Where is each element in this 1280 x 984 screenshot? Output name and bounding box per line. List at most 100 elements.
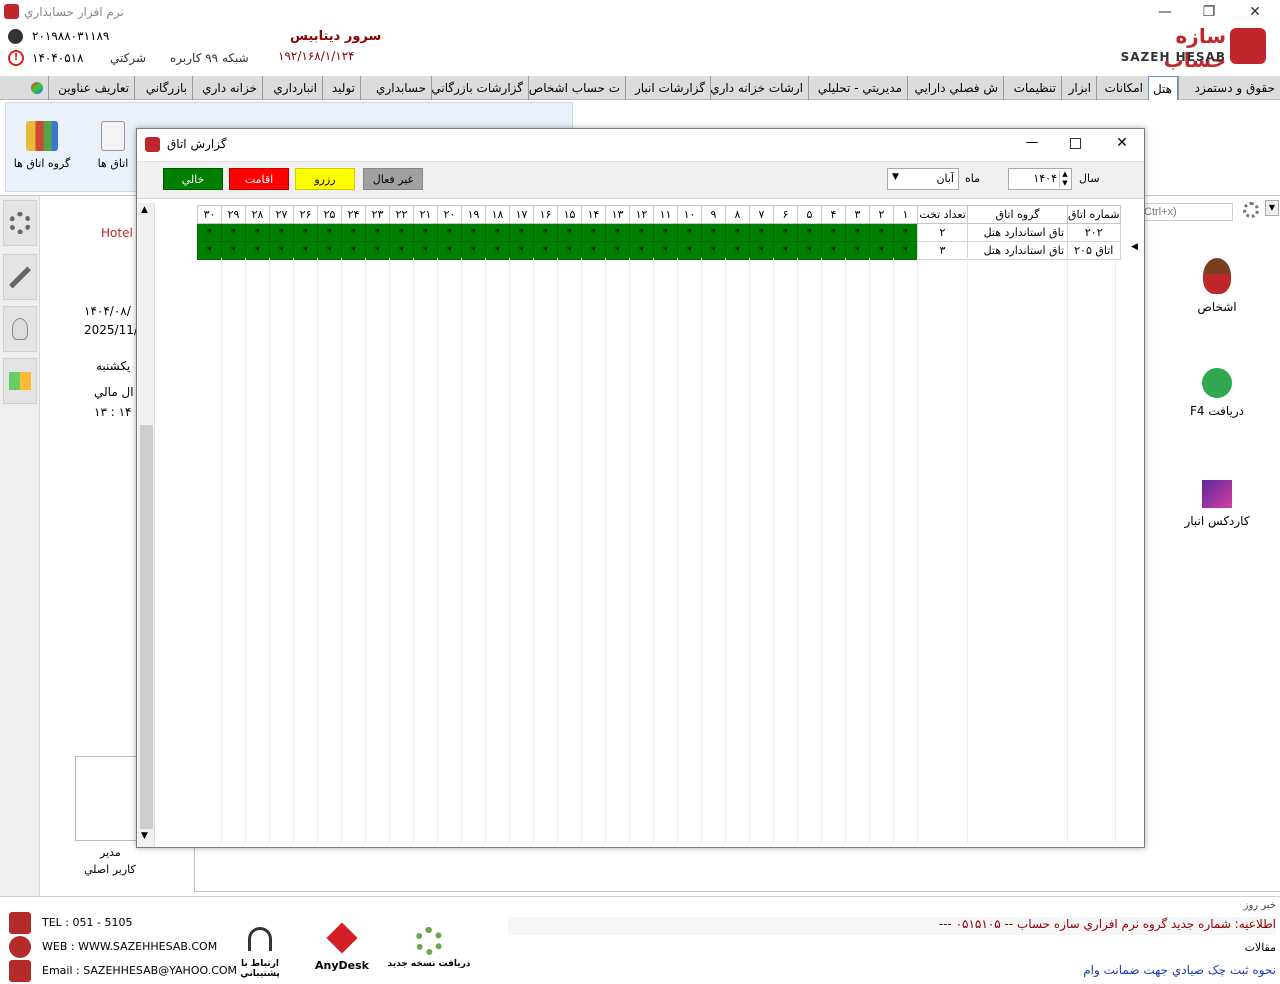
tab-definitions[interactable]: تعاريف عناوين <box>48 76 134 100</box>
minimize-button[interactable]: — <box>1150 2 1180 22</box>
day-status-cell[interactable]: * <box>701 241 726 260</box>
dropdown-arrow-icon[interactable]: ▼ <box>1265 200 1279 216</box>
day-status-cell[interactable]: * <box>317 241 342 260</box>
day-status-cell[interactable]: * <box>317 223 342 242</box>
day-status-cell[interactable]: * <box>437 241 462 260</box>
day-status-cell[interactable]: * <box>341 223 366 242</box>
day-status-cell[interactable]: * <box>461 241 486 260</box>
day-status-cell[interactable]: * <box>629 241 654 260</box>
day-status-cell[interactable]: * <box>245 223 270 242</box>
day-status-cell[interactable]: * <box>821 241 846 260</box>
tab-inventory-reports[interactable]: گزارشات انبار <box>625 76 710 100</box>
day-status-cell[interactable]: * <box>461 223 486 242</box>
gear-icon[interactable] <box>3 200 37 246</box>
scroll-up-icon[interactable]: ▲ <box>141 205 148 215</box>
day-status-cell[interactable]: * <box>269 223 294 242</box>
year-stepper[interactable]: ۱۴۰۴ ▲ ▼ <box>1008 168 1072 190</box>
room-group-cell[interactable]: تاق استاندارد هتل <box>967 241 1068 260</box>
tab-hotel[interactable]: هتل <box>1148 76 1178 100</box>
day-status-cell[interactable]: * <box>533 223 558 242</box>
day-status-cell[interactable]: * <box>749 223 774 242</box>
day-status-cell[interactable]: * <box>341 241 366 260</box>
footer-web[interactable]: WEB : WWW.SAZEHHESAB.COM <box>42 940 217 953</box>
tab-seasonal-assets[interactable]: ش فصلي دارايي <box>907 76 1003 100</box>
wrench-icon[interactable] <box>3 254 37 300</box>
lightbulb-icon[interactable] <box>3 306 37 352</box>
day-status-cell[interactable]: * <box>509 241 534 260</box>
day-status-cell[interactable]: * <box>245 241 270 260</box>
receipt-shortcut[interactable]: F4 دريافت <box>1172 368 1262 418</box>
tab-treasury-reports[interactable]: ارشات خزانه داري <box>710 76 808 100</box>
day-status-cell[interactable]: * <box>725 223 750 242</box>
day-status-cell[interactable]: * <box>797 223 822 242</box>
close-button[interactable]: ✕ <box>1240 2 1270 22</box>
dialog-minimize-button[interactable]: — <box>1017 135 1047 150</box>
rooms-button[interactable]: اتاق ها <box>88 121 138 170</box>
day-status-cell[interactable]: * <box>437 223 462 242</box>
day-status-cell[interactable]: * <box>293 223 318 242</box>
dialog-maximize-icon[interactable] <box>1070 138 1081 149</box>
tab-settings[interactable]: تنظيمات <box>1003 76 1061 100</box>
room-groups-button[interactable]: گروه اتاق ها <box>12 121 72 170</box>
day-status-cell[interactable]: * <box>605 241 630 260</box>
theme-ball-icon[interactable] <box>28 76 48 100</box>
scrollbar-thumb[interactable] <box>140 425 153 829</box>
anydesk-button[interactable]: AnyDesk <box>312 922 372 972</box>
day-status-cell[interactable]: * <box>509 223 534 242</box>
tab-facilities[interactable]: امکانات <box>1096 76 1148 100</box>
day-status-cell[interactable]: * <box>677 223 702 242</box>
day-status-cell[interactable]: * <box>749 241 774 260</box>
day-status-cell[interactable]: * <box>221 241 246 260</box>
month-select[interactable]: آبان ▼ <box>887 168 959 190</box>
day-status-cell[interactable]: * <box>557 241 582 260</box>
day-status-cell[interactable]: * <box>653 223 678 242</box>
footer-email[interactable]: Email : SAZEHHESAB@YAHOO.COM <box>42 964 237 977</box>
day-status-cell[interactable]: * <box>365 241 390 260</box>
day-status-cell[interactable]: * <box>869 223 894 242</box>
vertical-scrollbar[interactable]: ▲ ▼ <box>138 203 155 847</box>
day-status-cell[interactable]: * <box>269 241 294 260</box>
persons-shortcut[interactable]: اشخاص <box>1172 258 1262 314</box>
article-link[interactable]: نحوه ثبت چک صيادي جهت ضمانت وام <box>508 963 1276 981</box>
cardex-shortcut[interactable]: كاردكس انبار <box>1172 480 1262 528</box>
search-input[interactable] <box>1141 203 1233 221</box>
tab-accounting[interactable]: حسابداري <box>360 76 431 100</box>
restore-button[interactable]: ❐ <box>1194 2 1224 22</box>
bed-count-cell[interactable]: ۲ <box>917 223 968 242</box>
dialog-close-button[interactable]: ✕ <box>1107 135 1137 151</box>
day-status-cell[interactable]: * <box>485 241 510 260</box>
stepper-arrows-icon[interactable]: ▲ ▼ <box>1059 170 1070 188</box>
email-icon[interactable] <box>9 960 31 982</box>
day-status-cell[interactable]: * <box>413 241 438 260</box>
scroll-down-icon[interactable]: ▼ <box>141 831 148 841</box>
day-status-cell[interactable]: * <box>485 223 510 242</box>
day-status-cell[interactable]: * <box>893 223 918 242</box>
tab-warehouse[interactable]: انبارداري <box>262 76 322 100</box>
support-button[interactable]: ارتباط با پشتيباني <box>220 927 300 979</box>
day-status-cell[interactable]: * <box>653 241 678 260</box>
day-status-cell[interactable]: * <box>677 241 702 260</box>
room-number-cell[interactable]: ۲۰۲ <box>1067 223 1121 242</box>
tab-tools[interactable]: ابزار <box>1061 76 1096 100</box>
tab-payroll[interactable]: حقوق و دستمزد <box>1178 76 1280 100</box>
room-number-cell[interactable]: اتاق ۲۰۵ <box>1067 241 1121 260</box>
day-status-cell[interactable]: * <box>725 241 750 260</box>
day-status-cell[interactable]: * <box>797 241 822 260</box>
bed-count-cell[interactable]: ۳ <box>917 241 968 260</box>
tab-person-accounts[interactable]: ت حساب اشخاص <box>528 76 625 100</box>
tab-commerce-reports[interactable]: گزارشات بازرگاني <box>431 76 528 100</box>
day-status-cell[interactable]: * <box>581 223 606 242</box>
chart-money-icon[interactable] <box>3 358 37 404</box>
day-status-cell[interactable]: * <box>773 223 798 242</box>
update-button[interactable]: دريافت نسخه جديد <box>386 927 472 969</box>
day-status-cell[interactable]: * <box>773 241 798 260</box>
tab-commerce[interactable]: بازرگاني <box>134 76 192 100</box>
day-status-cell[interactable]: * <box>197 241 222 260</box>
tab-production[interactable]: توليد <box>322 76 360 100</box>
day-status-cell[interactable]: * <box>845 223 870 242</box>
day-status-cell[interactable]: * <box>557 223 582 242</box>
day-status-cell[interactable]: * <box>605 223 630 242</box>
day-status-cell[interactable]: * <box>701 223 726 242</box>
day-status-cell[interactable]: * <box>221 223 246 242</box>
settings-gear-icon[interactable] <box>1243 202 1259 218</box>
